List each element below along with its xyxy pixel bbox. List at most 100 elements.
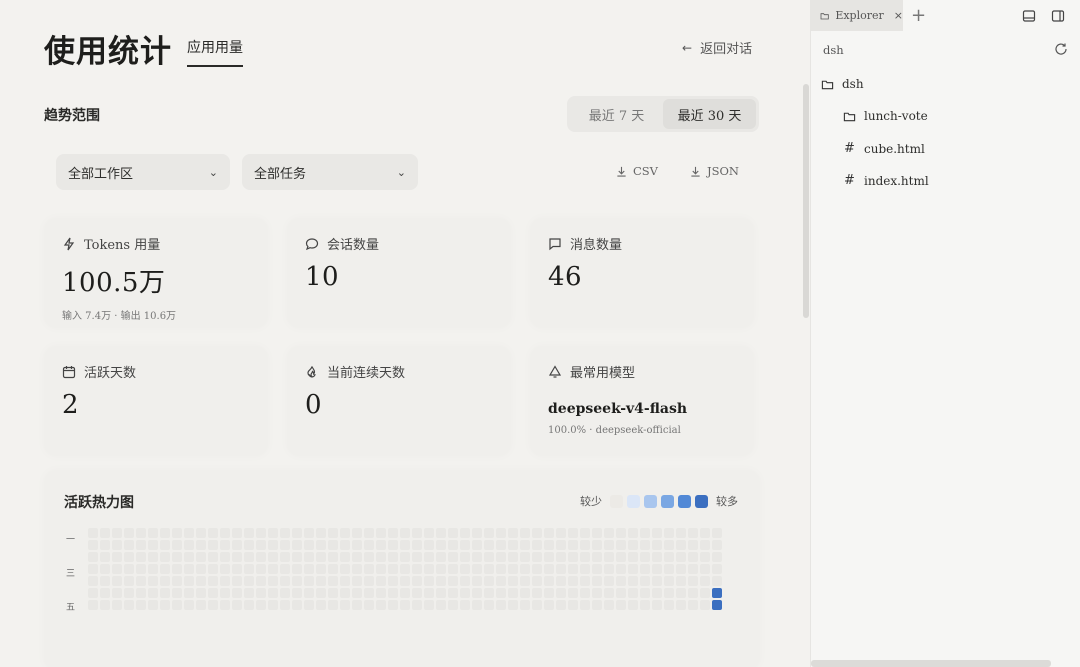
- heatmap-cell: [460, 528, 470, 538]
- heatmap-cell: [100, 588, 110, 598]
- heatmap-cell: [652, 576, 662, 586]
- refresh-icon[interactable]: [1054, 42, 1068, 56]
- task-select[interactable]: 全部任务 ⌄: [242, 154, 418, 190]
- explorer-horizontal-scrollbar[interactable]: [811, 660, 1051, 667]
- toggle-bottom-panel-icon[interactable]: [1022, 9, 1036, 23]
- heatmap-cell: [388, 600, 398, 610]
- flame-icon: [307, 365, 316, 378]
- heatmap-cell: [100, 600, 110, 610]
- heatmap-cell: [184, 576, 194, 586]
- main-scrollbar[interactable]: [803, 84, 809, 318]
- heatmap-cell: [160, 540, 170, 550]
- sessions-card: 会话数量 10: [287, 218, 511, 328]
- hash-file-icon: #: [844, 141, 855, 156]
- heatmap-cell: [292, 528, 302, 538]
- heatmap-cell: [88, 552, 98, 562]
- heatmap-cell: [232, 600, 242, 610]
- heatmap-cell: [316, 540, 326, 550]
- heatmap-cell: [244, 564, 254, 574]
- new-tab-plus-icon[interactable]: +: [911, 5, 926, 26]
- heatmap-cell: [124, 528, 134, 538]
- heatmap-cell: [364, 588, 374, 598]
- heatmap-cell: [340, 540, 350, 550]
- toggle-side-panel-icon[interactable]: [1051, 9, 1065, 23]
- explorer-path: dsh: [823, 43, 844, 57]
- tree-folder-root[interactable]: dsh: [821, 77, 864, 91]
- heatmap-cell: [520, 540, 530, 550]
- download-icon: [617, 166, 626, 177]
- workspace-select[interactable]: 全部工作区 ⌄: [56, 154, 230, 190]
- legend-swatch-2: [644, 494, 657, 508]
- heatmap-cell: [340, 564, 350, 574]
- close-icon[interactable]: ×: [894, 9, 903, 22]
- tree-file-index-html[interactable]: # index.html: [843, 173, 929, 188]
- heatmap-cell: [436, 564, 446, 574]
- heatmap-cell: [220, 528, 230, 538]
- heatmap-cell: [688, 564, 698, 574]
- tree-folder-lunch-vote[interactable]: lunch-vote: [843, 109, 928, 123]
- heatmap-cell: [160, 528, 170, 538]
- heatmap-cell: [604, 576, 614, 586]
- heatmap-cell: [688, 576, 698, 586]
- heatmap-cell: [148, 528, 158, 538]
- heatmap-cell: [676, 564, 686, 574]
- heatmap-cell: [196, 528, 206, 538]
- heatmap-cell: [580, 600, 590, 610]
- heatmap-cell: [484, 564, 494, 574]
- heatmap-cell: [628, 600, 638, 610]
- heatmap-cell: [364, 540, 374, 550]
- heatmap-cell: [712, 564, 722, 574]
- heatmap-cell: [532, 564, 542, 574]
- heatmap-cell: [412, 576, 422, 586]
- hash-file-icon: #: [844, 173, 855, 188]
- heatmap-cell: [136, 552, 146, 562]
- streak-card: 当前连续天数 0: [287, 346, 511, 456]
- range-30-days-button[interactable]: 最近 30 天: [663, 99, 756, 129]
- export-csv-button[interactable]: CSV: [616, 164, 658, 178]
- heatmap-cell: [484, 576, 494, 586]
- heatmap-cell: [376, 576, 386, 586]
- heatmap-cell: [436, 600, 446, 610]
- heatmap-cell: [328, 540, 338, 550]
- heatmap-cell: [340, 552, 350, 562]
- heatmap-cell: [352, 564, 362, 574]
- heatmap-cell: [172, 528, 182, 538]
- back-to-chat-link[interactable]: ← 返回对话: [682, 38, 752, 58]
- heatmap-cell: [616, 564, 626, 574]
- explorer-tab[interactable]: Explorer ×: [811, 0, 903, 31]
- heatmap-cell: [460, 588, 470, 598]
- heatmap-cell: [628, 528, 638, 538]
- heatmap-cell: [160, 600, 170, 610]
- heatmap-cell: [676, 540, 686, 550]
- heatmap-cell: [412, 564, 422, 574]
- heatmap-cell: [472, 540, 482, 550]
- range-7-days-button[interactable]: 最近 7 天: [570, 99, 663, 129]
- heatmap-cell: [580, 588, 590, 598]
- heatmap-cell: [292, 576, 302, 586]
- heatmap-cell: [160, 564, 170, 574]
- heatmap-cell: [184, 552, 194, 562]
- tab-app-usage[interactable]: 应用用量: [187, 37, 243, 67]
- heatmap-cell: [256, 528, 266, 538]
- sessions-card-label: 会话数量: [327, 238, 380, 253]
- messages-card-label: 消息数量: [570, 238, 623, 253]
- legend-more-label: 较多: [716, 495, 738, 508]
- range-label: 趋势范围: [44, 108, 100, 124]
- heatmap-cell: [388, 540, 398, 550]
- heatmap-cell: [208, 564, 218, 574]
- heatmap-cell: [496, 528, 506, 538]
- heatmap-cell: [376, 564, 386, 574]
- heatmap-cell: [424, 552, 434, 562]
- heatmap-cell: [124, 540, 134, 550]
- heatmap-cell: [220, 552, 230, 562]
- heatmap-cell: [436, 576, 446, 586]
- heatmap-cell: [652, 540, 662, 550]
- heatmap-cell: [460, 576, 470, 586]
- export-json-button[interactable]: JSON: [690, 164, 739, 178]
- heatmap-cell: [244, 600, 254, 610]
- heatmap-cell: [688, 588, 698, 598]
- heatmap-cell: [268, 528, 278, 538]
- tree-file-cube-html[interactable]: # cube.html: [843, 141, 925, 156]
- download-icon: [691, 166, 700, 177]
- heatmap-cell: [280, 576, 290, 586]
